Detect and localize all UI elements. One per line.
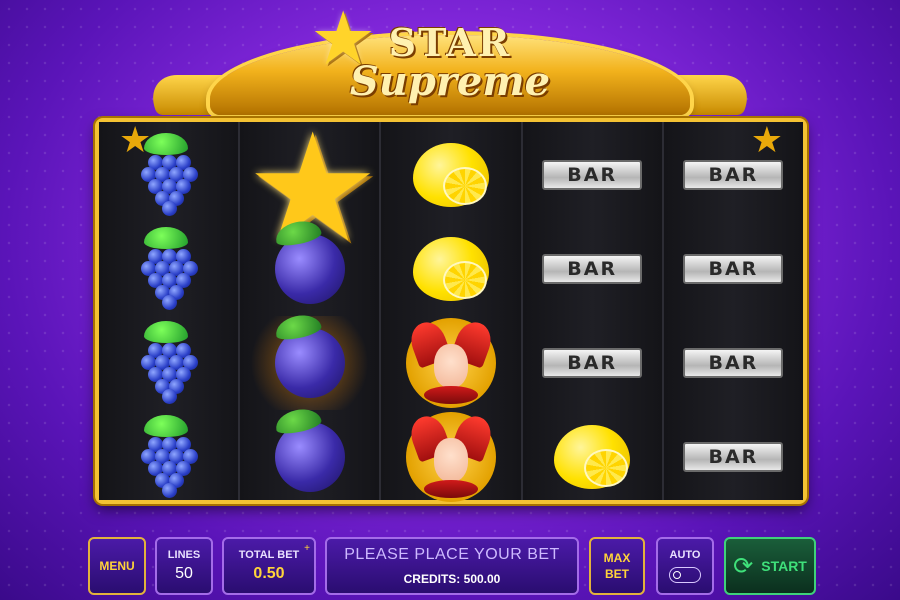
menu-button[interactable]: MENU <box>88 537 146 595</box>
refresh-spin-icon: ⟳ <box>733 552 754 580</box>
reel-cell <box>381 222 520 316</box>
lines-label: LINES <box>167 549 201 561</box>
grape-leaf <box>143 321 188 343</box>
autoplay-toggle[interactable]: AUTO <box>656 537 714 595</box>
grape-berry <box>161 389 177 404</box>
grape-leaf <box>143 227 188 249</box>
max-bet-button[interactable]: MAX BET <box>589 537 645 595</box>
jester-collar <box>424 480 478 498</box>
lemon-symbol <box>413 237 489 301</box>
start-button[interactable]: ⟳ START <box>724 537 816 595</box>
logo-title-supreme: Supreme <box>349 58 551 105</box>
bar-symbol: BAR <box>542 160 643 190</box>
reel-cell <box>99 316 238 410</box>
grape-leaf <box>143 415 188 437</box>
plum-leaf <box>273 405 323 437</box>
corner-star-icon: ★ <box>119 119 152 160</box>
reel-cell <box>381 316 520 410</box>
bar-symbol: BAR <box>683 348 784 378</box>
auto-label: AUTO <box>669 549 701 561</box>
bar-symbol: BAR <box>683 160 784 190</box>
grape-berry <box>161 483 177 498</box>
plum-leaf <box>273 217 323 249</box>
lines-value: 50 <box>175 565 193 582</box>
total-bet-label: TOTAL BET <box>238 549 300 561</box>
reel-1: ★ <box>99 119 241 500</box>
reel-cell: BAR <box>664 410 803 504</box>
reel-cell <box>240 405 379 504</box>
reel-cell: BAR <box>523 222 662 316</box>
total-bet-selector[interactable]: + TOTAL BET 0.50 <box>222 537 316 595</box>
total-bet-value: 0.50 <box>253 565 285 582</box>
bar-symbol: BAR <box>683 442 784 472</box>
plum-symbol <box>273 311 345 398</box>
grape-berry <box>161 295 177 310</box>
grapes-symbol <box>134 415 204 498</box>
bar-symbol: BAR <box>542 348 643 378</box>
reel-cell: BAR <box>523 316 662 410</box>
corner-star-icon: ★ <box>750 119 784 160</box>
grapes-symbol <box>134 321 204 404</box>
reel-cell <box>381 128 520 222</box>
jester-face <box>434 344 468 388</box>
jester-face <box>434 438 468 482</box>
reel-4: BAR BAR BAR <box>522 122 664 500</box>
reel-2: ★ <box>240 113 382 500</box>
reel-cell: BAR <box>664 316 803 410</box>
credits-display: CREDITS: 500.00 <box>403 572 501 586</box>
reel-grid: ★ ★ BAR BAR BAR BAR BAR BAR BAR ★ <box>95 113 807 504</box>
reel-cell <box>523 410 662 504</box>
reel-cell <box>99 222 238 316</box>
jester-collar <box>424 386 478 404</box>
jester-symbol <box>405 317 497 408</box>
max-bet-label-line1: MAX <box>603 551 631 565</box>
reel-cell: ★ <box>240 113 379 263</box>
jester-symbol <box>405 411 497 502</box>
reel-cell: BAR <box>523 128 662 222</box>
bar-symbol: BAR <box>683 254 784 284</box>
max-bet-label-line2: BET <box>605 567 629 581</box>
plum-symbol <box>273 405 345 492</box>
lines-selector[interactable]: LINES 50 <box>155 537 213 595</box>
grape-berry <box>161 201 177 216</box>
bar-symbol: BAR <box>542 254 643 284</box>
game-logo: ★ STAR Supreme <box>142 0 758 125</box>
toggle-switch-icon[interactable] <box>669 567 701 583</box>
menu-label: MENU <box>99 559 135 573</box>
grapes-symbol <box>134 227 204 310</box>
reel-5: BAR BAR BAR BAR ★ <box>663 119 804 500</box>
start-label: START <box>761 558 807 574</box>
plum-symbol <box>273 217 345 304</box>
reel-cell <box>240 217 379 316</box>
reel-cell <box>240 311 380 410</box>
reel-cell: BAR <box>664 222 803 316</box>
message-panel: PLEASE PLACE YOUR BET CREDITS: 500.00 <box>325 537 579 595</box>
lemon-symbol <box>554 425 631 489</box>
reel-cell <box>381 410 520 504</box>
status-message: PLEASE PLACE YOUR BET <box>344 546 560 563</box>
reel-cell <box>99 410 238 504</box>
increase-bet-icon[interactable]: + <box>304 543 310 554</box>
reel-3 <box>381 122 523 502</box>
lemon-symbol <box>413 143 489 207</box>
